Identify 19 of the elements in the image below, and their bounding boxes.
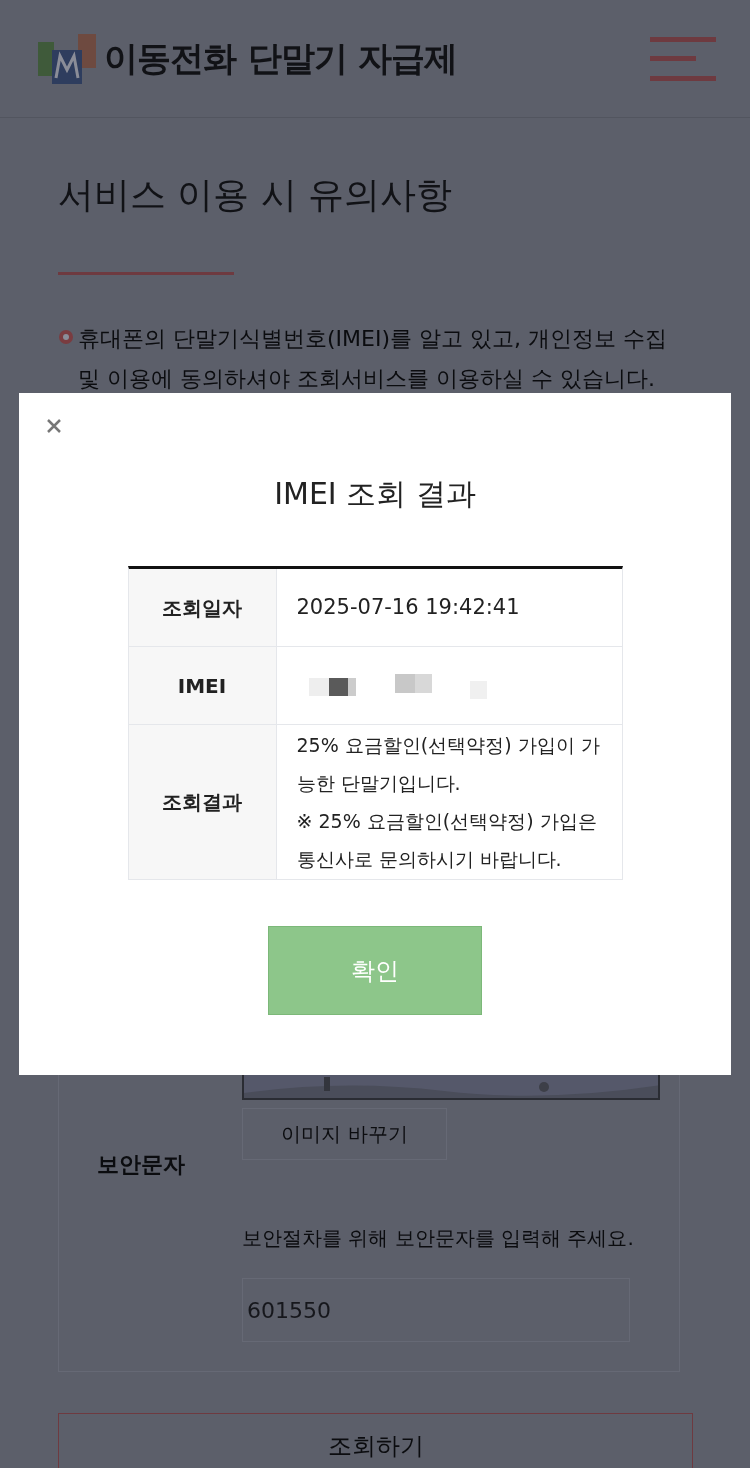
table-header-cell: 조회일자 [128,569,277,646]
notice-text: 휴대폰의 단말기식별번호(IMEI)를 알고 있고, 개인정보 수집 및 이용에 동의하셔야 조회서비스를 이용하실 수 있습니다. [78,325,668,393]
table-header-cell: 조회결과 [128,725,277,879]
modal-title: IMEI 조회 결과 [274,475,476,513]
search-button[interactable]: 조회하기 [58,1413,693,1468]
captcha-input-field[interactable]: 601550 [242,1278,630,1342]
table-header-cell: IMEI [128,647,277,724]
bullet-icon [58,329,74,345]
confirm-button[interactable]: 확인 [268,926,482,1015]
captcha-instruction: 보안절차를 위해 보안문자를 입력해 주세요. [242,1225,634,1252]
captcha-label: 보안문자 [97,1151,185,1179]
logo-icon [38,33,96,84]
result-text: ※ 25% 요금할인(선택약정) 가입은 통신사로 문의하시기 바랍니다. [296,809,598,872]
result-text: 25% 요금할인(선택약정) 가입이 가능한 단말기입니다. [296,733,601,796]
refresh-image-button[interactable]: 이미지 바꾸기 [242,1108,447,1160]
close-icon[interactable] [46,418,62,434]
page-title: 서비스 이용 시 유의사항 [58,173,454,217]
table-cell-text: 2025-07-16 19:42:41 [296,593,521,621]
logo-text: 이동전화 단말기 자급제 [104,37,458,80]
